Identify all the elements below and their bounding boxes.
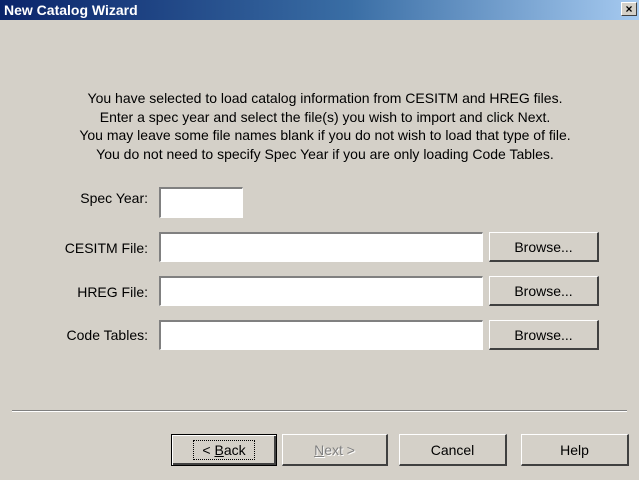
cesitm-file-input[interactable]: [159, 232, 483, 262]
back-button[interactable]: < Back: [171, 434, 277, 466]
window-title: New Catalog Wizard: [4, 2, 138, 18]
spec-year-input[interactable]: [159, 187, 243, 218]
cesitm-browse-button[interactable]: Browse...: [489, 232, 599, 262]
instruction-line: You may leave some file names blank if y…: [79, 127, 571, 143]
code-tables-browse-button[interactable]: Browse...: [489, 320, 599, 350]
spec-year-label: Spec Year:: [80, 190, 148, 206]
hreg-file-input[interactable]: [159, 276, 483, 306]
cancel-button-label: Cancel: [430, 441, 475, 458]
separator: [12, 410, 627, 412]
cesitm-file-label: CESITM File:: [64, 240, 148, 256]
back-prefix: <: [202, 442, 215, 458]
help-button[interactable]: Help: [521, 434, 629, 466]
code-tables-label: Code Tables:: [66, 327, 148, 343]
next-button[interactable]: Next >: [282, 434, 388, 466]
instruction-line: Enter a spec year and select the file(s)…: [99, 108, 551, 125]
close-button[interactable]: ×: [621, 2, 637, 16]
hreg-browse-label: Browse...: [514, 282, 573, 299]
instruction-line: You have selected to load catalog inform…: [87, 90, 563, 106]
hreg-browse-button[interactable]: Browse...: [489, 276, 599, 306]
close-icon: ×: [625, 2, 633, 16]
title-bar[interactable]: New Catalog Wizard ×: [0, 0, 639, 20]
back-rest: ack: [223, 442, 246, 458]
back-access-key: B: [214, 442, 224, 458]
instructions-text: You have selected to load catalog inform…: [40, 89, 610, 163]
back-button-label: < Back: [193, 440, 255, 460]
instruction-line: You do not need to specify Spec Year if …: [96, 145, 554, 162]
next-rest: ext >: [324, 441, 355, 458]
next-access-key: N: [314, 441, 325, 458]
hreg-file-label: HREG File:: [77, 284, 148, 300]
cesitm-browse-label: Browse...: [514, 238, 573, 255]
cancel-button[interactable]: Cancel: [399, 434, 507, 466]
help-button-label: Help: [560, 441, 589, 458]
code-tables-input[interactable]: [159, 320, 483, 350]
next-button-label: Next >: [314, 442, 355, 458]
code-tables-browse-label: Browse...: [514, 326, 573, 343]
